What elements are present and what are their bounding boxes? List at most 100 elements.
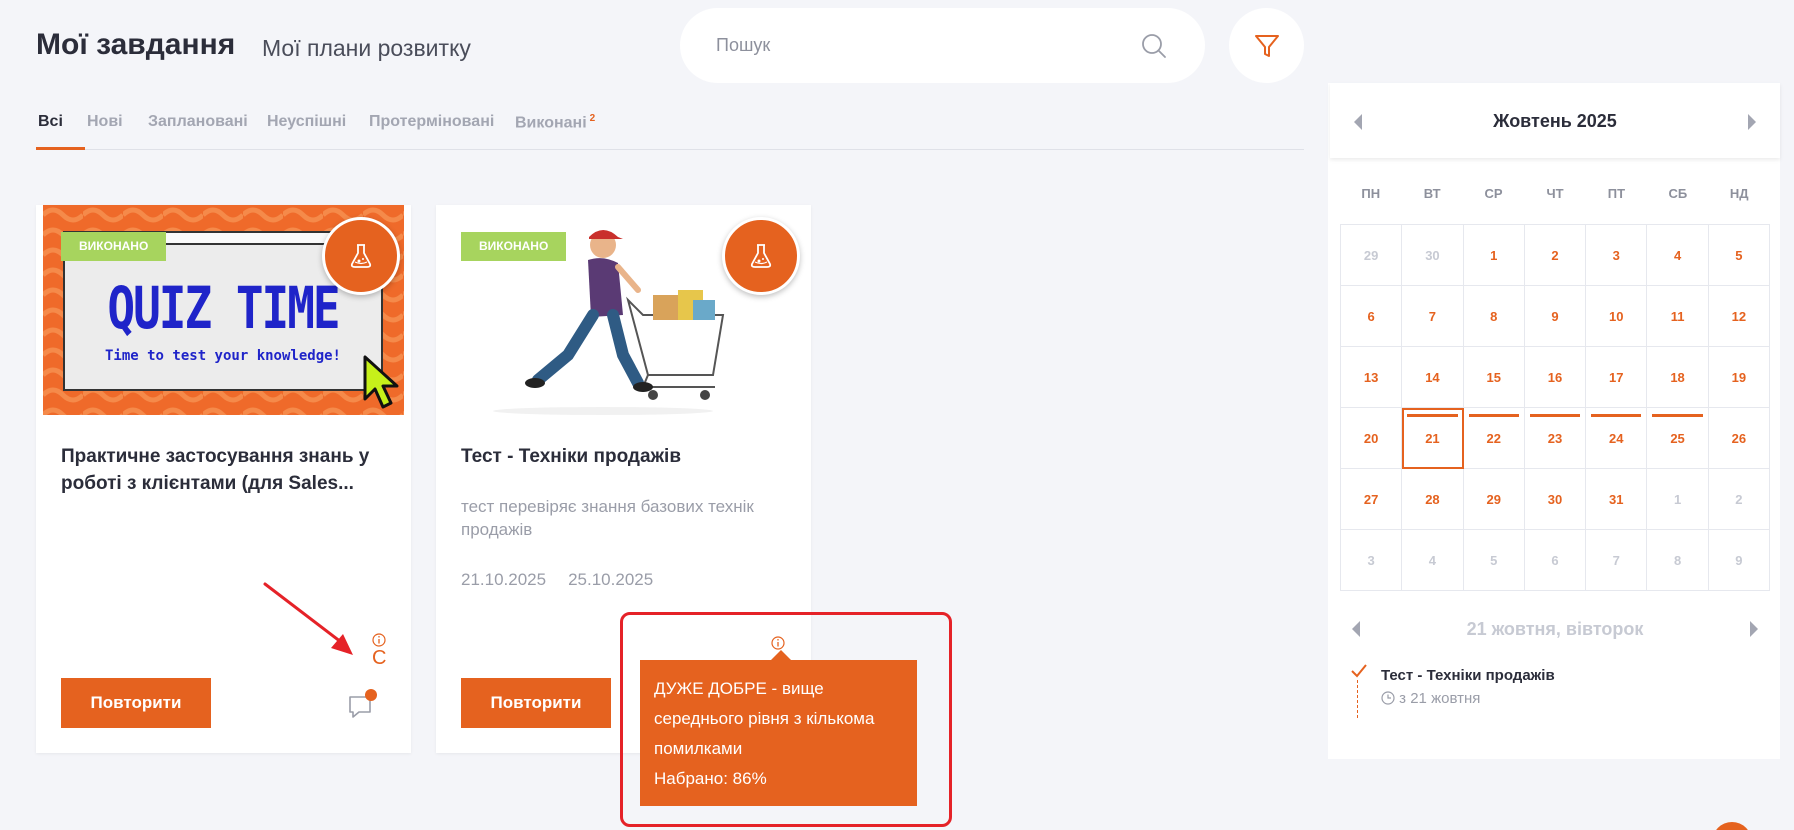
event-indicator bbox=[1407, 414, 1458, 417]
calendar-day[interactable]: 2 bbox=[1708, 469, 1770, 530]
weekday-label: СБ bbox=[1668, 186, 1688, 201]
calendar-day[interactable]: 8 bbox=[1463, 286, 1525, 347]
calendar-day[interactable]: 16 bbox=[1524, 347, 1587, 408]
calendar-day[interactable]: 7 bbox=[1586, 530, 1648, 591]
calendar-day[interactable]: 3 bbox=[1341, 530, 1403, 591]
calendar-day[interactable]: 30 bbox=[1402, 225, 1464, 286]
calendar-day[interactable]: 13 bbox=[1341, 347, 1403, 408]
calendar-day[interactable]: 9 bbox=[1524, 286, 1587, 347]
calendar-day[interactable]: 4 bbox=[1647, 225, 1709, 286]
red-arrow-annotation bbox=[263, 582, 353, 655]
calendar-day-number: 9 bbox=[1551, 308, 1559, 324]
start-date: 21.10.2025 bbox=[461, 570, 547, 589]
event-indicator bbox=[1468, 414, 1519, 417]
tab-new[interactable]: Нові bbox=[87, 113, 123, 131]
help-button[interactable] bbox=[1712, 822, 1752, 830]
calendar-day[interactable]: 17 bbox=[1586, 347, 1648, 408]
tab-planned[interactable]: Заплановані bbox=[148, 113, 248, 131]
calendar-day-number: 3 bbox=[1367, 552, 1375, 568]
weekday-label: СР bbox=[1484, 186, 1503, 201]
calendar-day[interactable]: 15 bbox=[1463, 347, 1525, 408]
calendar-day[interactable]: 8 bbox=[1647, 530, 1709, 591]
calendar-day[interactable]: 14 bbox=[1402, 347, 1464, 408]
calendar-day[interactable]: 20 bbox=[1341, 408, 1403, 469]
info-icon[interactable] bbox=[372, 633, 386, 647]
tooltip-text: ДУЖЕ ДОБРЕ - вище середнього рівня з кіл… bbox=[654, 679, 875, 758]
calendar-day-number: 16 bbox=[1547, 369, 1563, 385]
calendar-day[interactable]: 2 bbox=[1524, 225, 1587, 286]
calendar-day-number: 3 bbox=[1612, 247, 1620, 263]
calendar-day-number: 8 bbox=[1673, 552, 1682, 568]
calendar-day[interactable]: 29 bbox=[1341, 225, 1403, 286]
calendar-header: Жовтень 2025 bbox=[1330, 83, 1780, 158]
calendar-day[interactable]: 19 bbox=[1708, 347, 1770, 408]
calendar-day[interactable]: 30 bbox=[1524, 469, 1587, 530]
status-tabs: Всі Нові Заплановані Неуспішні Протермін… bbox=[36, 100, 1304, 150]
info-icon[interactable] bbox=[771, 636, 785, 650]
comment-icon[interactable] bbox=[346, 688, 380, 722]
event-indicator bbox=[1591, 414, 1642, 417]
calendar-day[interactable]: 22 bbox=[1463, 408, 1525, 469]
calendar-day[interactable]: 23 bbox=[1524, 408, 1587, 469]
calendar-day[interactable]: 25 bbox=[1647, 408, 1709, 469]
search-input[interactable] bbox=[716, 35, 1139, 56]
calendar-day[interactable]: 24 bbox=[1586, 408, 1648, 469]
calendar-day-number: 28 bbox=[1425, 491, 1440, 507]
calendar-day[interactable]: 12 bbox=[1708, 286, 1770, 347]
card-title[interactable]: Практичне застосування знань у роботі з … bbox=[61, 443, 391, 497]
tab-completed-label: Виконані bbox=[515, 114, 587, 132]
calendar-day-number: 20 bbox=[1363, 430, 1379, 446]
calendar-day[interactable]: 7 bbox=[1402, 286, 1464, 347]
calendar-day[interactable]: 11 bbox=[1647, 286, 1709, 347]
calendar-day[interactable]: 31 bbox=[1586, 469, 1648, 530]
calendar-day[interactable]: 3 bbox=[1586, 225, 1648, 286]
calendar-day[interactable]: 4 bbox=[1402, 530, 1464, 591]
calendar-day-number: 14 bbox=[1425, 369, 1440, 385]
event-time: з 21 жовтня bbox=[1381, 690, 1480, 707]
quiz-image-subtitle: Time to test your knowledge! bbox=[104, 348, 341, 364]
filter-button[interactable] bbox=[1229, 8, 1304, 83]
repeat-button[interactable]: Повторити bbox=[461, 678, 611, 728]
card-title[interactable]: Тест - Техніки продажів bbox=[461, 443, 791, 470]
weekday-label: ВТ bbox=[1423, 186, 1441, 201]
flask-icon bbox=[750, 244, 772, 268]
repeat-button[interactable]: Повторити bbox=[61, 678, 211, 728]
calendar-day[interactable]: 27 bbox=[1341, 469, 1403, 530]
calendar-day-number: 21 bbox=[1425, 430, 1440, 446]
calendar-day[interactable]: 9 bbox=[1708, 530, 1770, 591]
calendar-day-number: 5 bbox=[1735, 247, 1743, 263]
calendar-day[interactable]: 18 bbox=[1647, 347, 1709, 408]
tab-completed[interactable]: Виконані 2 bbox=[515, 113, 595, 132]
calendar-day[interactable]: 29 bbox=[1463, 469, 1525, 530]
weekday-label: ЧТ bbox=[1546, 186, 1564, 201]
status-badge: ВИКОНАНО bbox=[61, 232, 167, 261]
calendar-day-number: 12 bbox=[1731, 308, 1747, 324]
tab-overdue[interactable]: Протерміновані bbox=[369, 113, 494, 131]
search-icon[interactable] bbox=[1139, 31, 1169, 61]
calendar-day[interactable]: 10 bbox=[1586, 286, 1648, 347]
calendar-day[interactable]: 1 bbox=[1647, 469, 1709, 530]
score-grade: C bbox=[372, 647, 387, 669]
calendar-day-today[interactable]: 21 bbox=[1402, 408, 1464, 469]
next-day-icon[interactable] bbox=[1748, 620, 1760, 638]
calendar-day[interactable]: 5 bbox=[1708, 225, 1770, 286]
tab-all[interactable]: Всі bbox=[38, 113, 63, 131]
card-dates: 21.10.2025 25.10.2025 bbox=[461, 570, 653, 590]
calendar-day[interactable]: 6 bbox=[1524, 530, 1587, 591]
tab-unsuccessful[interactable]: Неуспішні bbox=[267, 113, 346, 131]
event-title[interactable]: Тест - Техніки продажів bbox=[1381, 667, 1555, 684]
calendar-day[interactable]: 28 bbox=[1402, 469, 1464, 530]
calendar-day-number: 19 bbox=[1731, 369, 1747, 385]
calendar-day[interactable]: 5 bbox=[1463, 530, 1525, 591]
calendar-day-number: 24 bbox=[1609, 430, 1624, 446]
calendar-day-number: 6 bbox=[1551, 552, 1559, 568]
calendar-day-number: 1 bbox=[1673, 491, 1682, 507]
calendar-day-number: 2 bbox=[1551, 247, 1559, 263]
calendar-day[interactable]: 26 bbox=[1708, 408, 1770, 469]
calendar-day[interactable]: 1 bbox=[1463, 225, 1525, 286]
next-month-icon[interactable] bbox=[1746, 113, 1758, 131]
event-indicator bbox=[1529, 414, 1581, 417]
calendar-day[interactable]: 6 bbox=[1341, 286, 1403, 347]
page-subtitle-link[interactable]: Мої плани розвитку bbox=[262, 35, 471, 62]
calendar-day-number: 5 bbox=[1490, 552, 1498, 568]
